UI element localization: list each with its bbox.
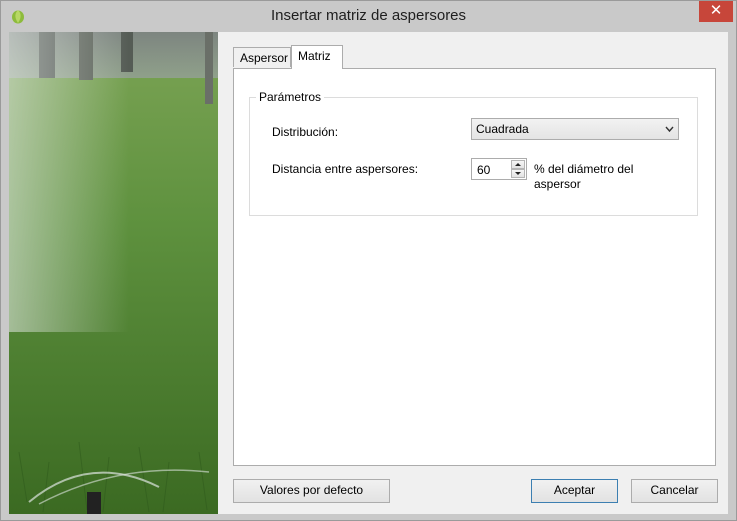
triangle-up-icon [515, 163, 521, 166]
distance-spinbox[interactable]: 60 [471, 158, 527, 180]
parameters-group-title: Parámetros [256, 90, 325, 104]
sprinkler-photo [9, 32, 218, 514]
spin-up-button[interactable] [511, 160, 525, 169]
distribution-selected-value: Cuadrada [476, 122, 529, 136]
accept-button[interactable]: Aceptar [531, 479, 618, 503]
defaults-button[interactable]: Valores por defecto [233, 479, 390, 503]
tab-matriz[interactable]: Matriz [291, 45, 343, 69]
distance-label: Distancia entre aspersores: [272, 162, 419, 176]
spin-buttons [511, 160, 525, 178]
distribution-select[interactable]: Cuadrada [471, 118, 679, 140]
spin-down-button[interactable] [511, 169, 525, 178]
chevron-down-icon [665, 119, 674, 147]
window-title: Insertar matriz de aspersores [270, 7, 467, 24]
title-bar[interactable]: Insertar matriz de aspersores ✕ [1, 1, 736, 32]
tab-control: Aspersor Matriz Parámetros Distribución:… [233, 45, 716, 466]
distribution-label: Distribución: [272, 125, 339, 139]
sprinkler-photo-drawing [9, 32, 218, 514]
distance-suffix: % del diámetro del aspersor [534, 162, 634, 191]
cancel-button[interactable]: Cancelar [631, 479, 718, 503]
triangle-down-icon [515, 172, 521, 175]
dialog-client-area: Aspersor Matriz Parámetros Distribución:… [9, 32, 728, 514]
parameters-group: Parámetros Distribución: Cuadrada Distan… [249, 90, 698, 216]
tab-aspersor[interactable]: Aspersor [233, 47, 291, 67]
distance-value: 60 [477, 163, 491, 177]
tab-panel-matriz: Parámetros Distribución: Cuadrada Distan… [233, 68, 716, 466]
close-button[interactable]: ✕ [699, 1, 733, 22]
dialog-window: Insertar matriz de aspersores ✕ Aspersor… [0, 0, 737, 521]
